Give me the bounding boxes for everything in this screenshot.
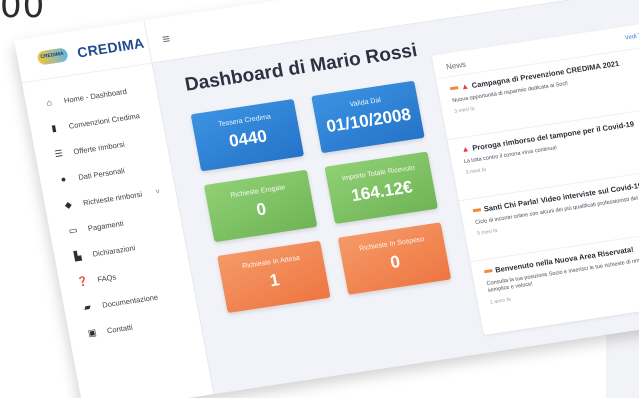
home-icon: ⌂: [45, 97, 53, 108]
logo-text: CREDIMA: [75, 34, 146, 61]
dash-icon: [472, 208, 482, 213]
list-icon: ☰: [53, 147, 64, 159]
card-valida-dal: Valida Dal 01/10/2008: [311, 80, 425, 154]
view-all-link[interactable]: Vedi Tutte: [625, 32, 639, 42]
sidebar-item-label: Contatti: [106, 322, 134, 335]
sidebar-item-label: Documentazione: [101, 291, 159, 310]
app-screenshot: CREDIMA CREDIMA ⌂ Home - Dashboard ▮ Con…: [14, 0, 639, 398]
card-importo-totale: Importo Totale Ricevuto 164.12€: [324, 151, 438, 225]
logo-icon: CREDIMA: [36, 46, 69, 66]
warning-icon: ▲: [460, 81, 470, 92]
news-panel: News Vedi Tutte ▲ Campagna di Prevenzion…: [431, 21, 639, 336]
sidebar-item-label: Convenzioni Credima: [67, 110, 141, 131]
sidebar-item-label: Dati Personali: [77, 165, 126, 182]
corner-text: 00: [0, 0, 46, 26]
menu-icon[interactable]: ≡: [161, 31, 171, 47]
dash-icon: [484, 269, 493, 274]
sidebar-item-label: Pagamenti: [87, 218, 125, 233]
card-richieste-erogate: Richieste Erogate 0: [203, 169, 318, 243]
folder-icon: ▰: [82, 301, 92, 312]
warning-icon: ▲: [460, 144, 471, 155]
sidebar-item-label: Dichiarazioni: [91, 242, 136, 259]
contact-icon: ▣: [86, 326, 98, 338]
chevron-down-icon[interactable]: v: [155, 188, 160, 195]
dash-icon: [449, 86, 459, 91]
card-tessera: Tessera Credima 0440: [190, 98, 305, 172]
tag-icon: ◆: [63, 198, 73, 210]
sidebar-item-label: Offerte rimborsi: [72, 139, 126, 156]
bookmark-icon: ▮: [50, 122, 58, 133]
sidebar-item-label: Richieste rimborsi: [82, 189, 143, 207]
question-icon: ❓: [76, 275, 89, 287]
document-icon: ▙: [73, 249, 83, 261]
card-icon: ▭: [67, 224, 79, 236]
user-icon: ●: [59, 173, 68, 185]
sidebar-item-label: Home - Dashboard: [63, 86, 128, 105]
sidebar-item-label: FAQs: [96, 271, 117, 284]
card-richieste-attesa: Richieste In Attesa 1: [217, 240, 331, 314]
news-title: News: [445, 59, 467, 72]
sidebar-nav: ⌂ Home - Dashboard ▮ Convenzioni Credima…: [22, 64, 201, 349]
card-richieste-sospeso: Richieste In Sospeso 0: [337, 222, 452, 295]
